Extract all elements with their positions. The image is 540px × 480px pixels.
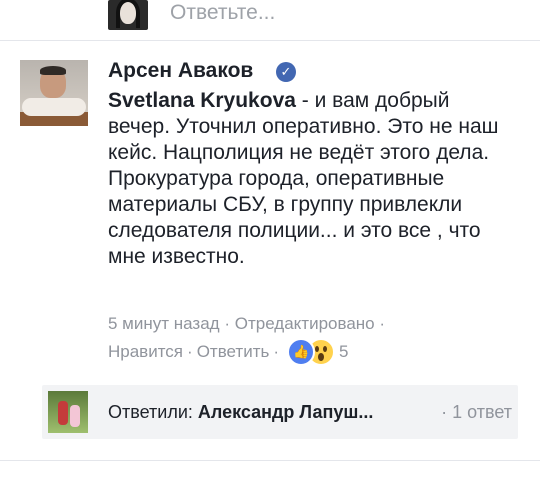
like-reaction-icon[interactable]: 👍: [287, 338, 316, 366]
separator: ·: [224, 314, 230, 333]
reply-button[interactable]: Ответить: [197, 341, 270, 363]
reply-input[interactable]: Ответьте...: [170, 0, 275, 26]
like-button[interactable]: Нравится: [108, 341, 183, 363]
verified-badge-icon: ✓: [276, 62, 296, 82]
divider: [0, 40, 540, 41]
reply-composer[interactable]: Ответьте...: [0, 0, 540, 38]
separator: ·: [273, 342, 280, 361]
reaction-count[interactable]: 5: [339, 341, 348, 363]
author-name[interactable]: Арсен Аваков: [108, 58, 253, 84]
comment-text: - и вам добрый вечер. Уточнил оперативно…: [108, 89, 499, 268]
replies-label: Ответили:: [108, 402, 193, 422]
separator: ·: [187, 342, 193, 361]
comment-actions: Нравится · Ответить · 👍 5: [108, 338, 349, 366]
replies-summary[interactable]: Ответили: Александр Лапуш...: [108, 401, 373, 423]
view-replies[interactable]: Ответили: Александр Лапуш... · 1 ответ: [42, 385, 518, 439]
replier-name: Александр Лапуш...: [197, 402, 374, 422]
author-avatar[interactable]: [20, 60, 88, 126]
replies-count[interactable]: · 1 ответ: [441, 401, 512, 423]
replier-avatar: [48, 391, 88, 433]
divider: [0, 460, 540, 461]
comment-timestamp[interactable]: 5 минут назад: [108, 314, 220, 333]
current-user-avatar: [108, 0, 148, 30]
comment-body: Svetlana Kryukova - и вам добрый вечер. …: [108, 88, 508, 270]
mention-link[interactable]: Svetlana Kryukova: [108, 89, 296, 112]
comment-meta: 5 минут назад · Отредактировано ·: [108, 313, 385, 335]
edited-label[interactable]: Отредактировано: [235, 314, 375, 333]
separator: ·: [379, 314, 386, 333]
